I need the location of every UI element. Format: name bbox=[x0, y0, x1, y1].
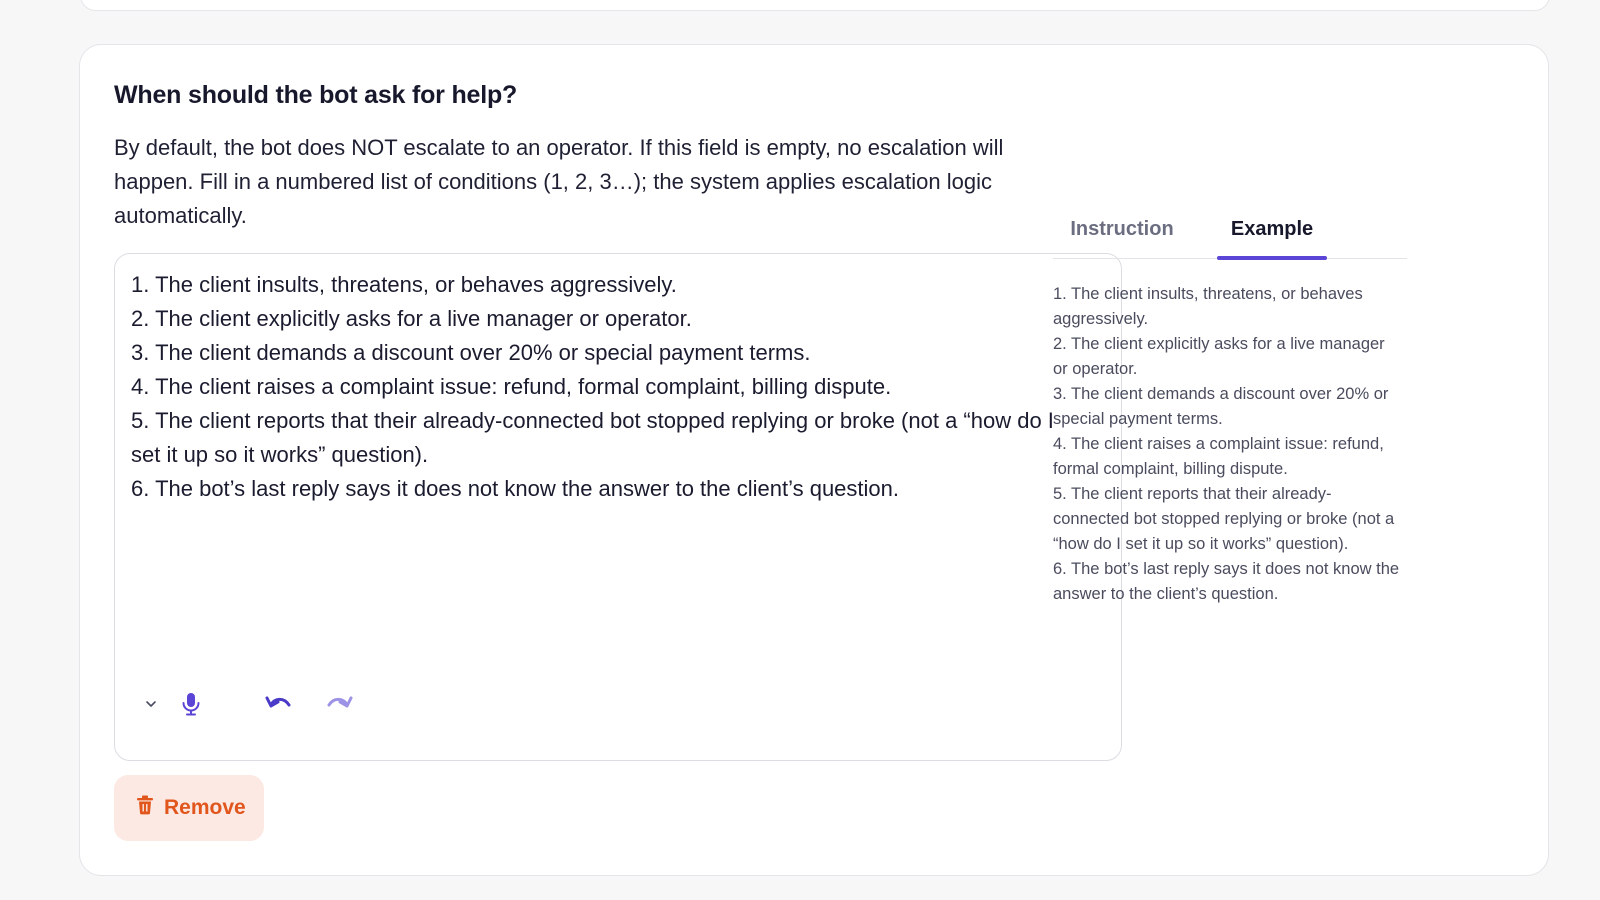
section-description: By default, the bot does NOT escalate to… bbox=[114, 135, 1004, 228]
tab-instruction[interactable]: Instruction bbox=[1053, 212, 1191, 258]
remove-button-label: Remove bbox=[164, 796, 246, 819]
chevron-down-icon[interactable] bbox=[133, 686, 169, 722]
redo-icon[interactable] bbox=[321, 686, 357, 722]
undo-icon[interactable] bbox=[261, 686, 297, 722]
remove-button[interactable]: Remove bbox=[114, 775, 264, 841]
trash-icon bbox=[136, 795, 154, 821]
escalation-conditions-editor[interactable]: 1. The client insults, threatens, or beh… bbox=[114, 253, 1122, 761]
section-title: When should the bot ask for help? bbox=[114, 81, 518, 109]
previous-card bbox=[80, 0, 1550, 11]
help-tabs: Instruction Example bbox=[1053, 212, 1407, 260]
microphone-icon[interactable] bbox=[173, 686, 209, 722]
tab-example[interactable]: Example bbox=[1217, 212, 1327, 260]
example-content: 1. The client insults, threatens, or beh… bbox=[1053, 285, 1400, 603]
escalation-conditions-text[interactable]: 1. The client insults, threatens, or beh… bbox=[131, 268, 1071, 506]
